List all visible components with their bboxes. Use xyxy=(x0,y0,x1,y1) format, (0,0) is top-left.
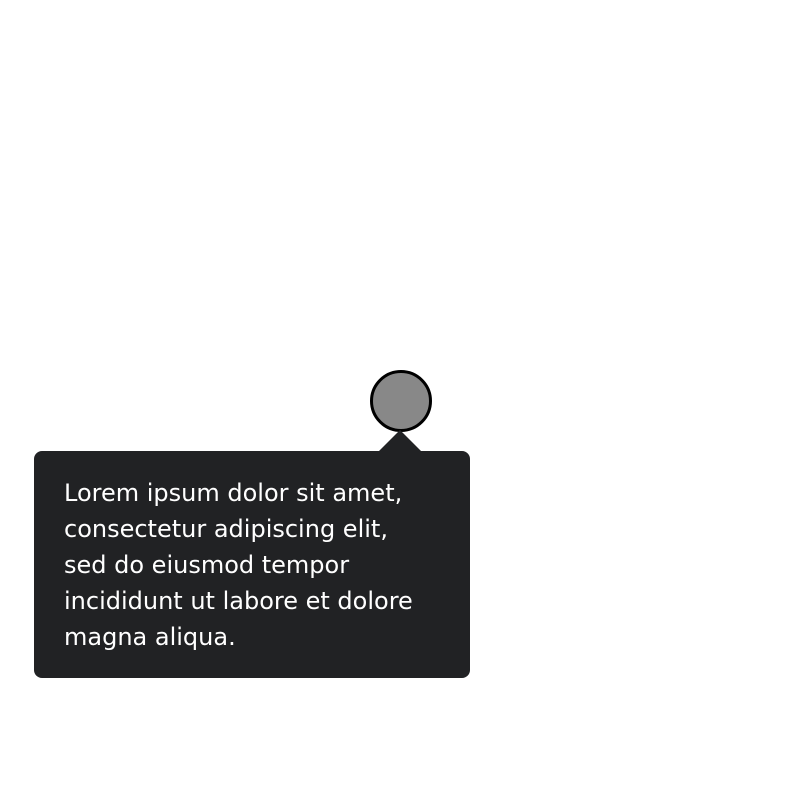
tooltip-line: magna aliqua. xyxy=(64,623,236,651)
tooltip-line: Lorem ipsum dolor sit amet, xyxy=(64,479,403,507)
tooltip-text: Lorem ipsum dolor sit amet, consectetur … xyxy=(64,475,440,655)
canvas: Lorem ipsum dolor sit amet, consectetur … xyxy=(0,0,800,800)
tooltip-arrow xyxy=(378,430,422,452)
tooltip-line: consectetur adipiscing elit, xyxy=(64,515,388,543)
tooltip-line: incididunt ut labore et dolore xyxy=(64,587,413,615)
tooltip: Lorem ipsum dolor sit amet, consectetur … xyxy=(34,451,470,678)
tooltip-anchor-dot[interactable] xyxy=(370,370,432,432)
tooltip-line: sed do eiusmod tempor xyxy=(64,551,350,579)
